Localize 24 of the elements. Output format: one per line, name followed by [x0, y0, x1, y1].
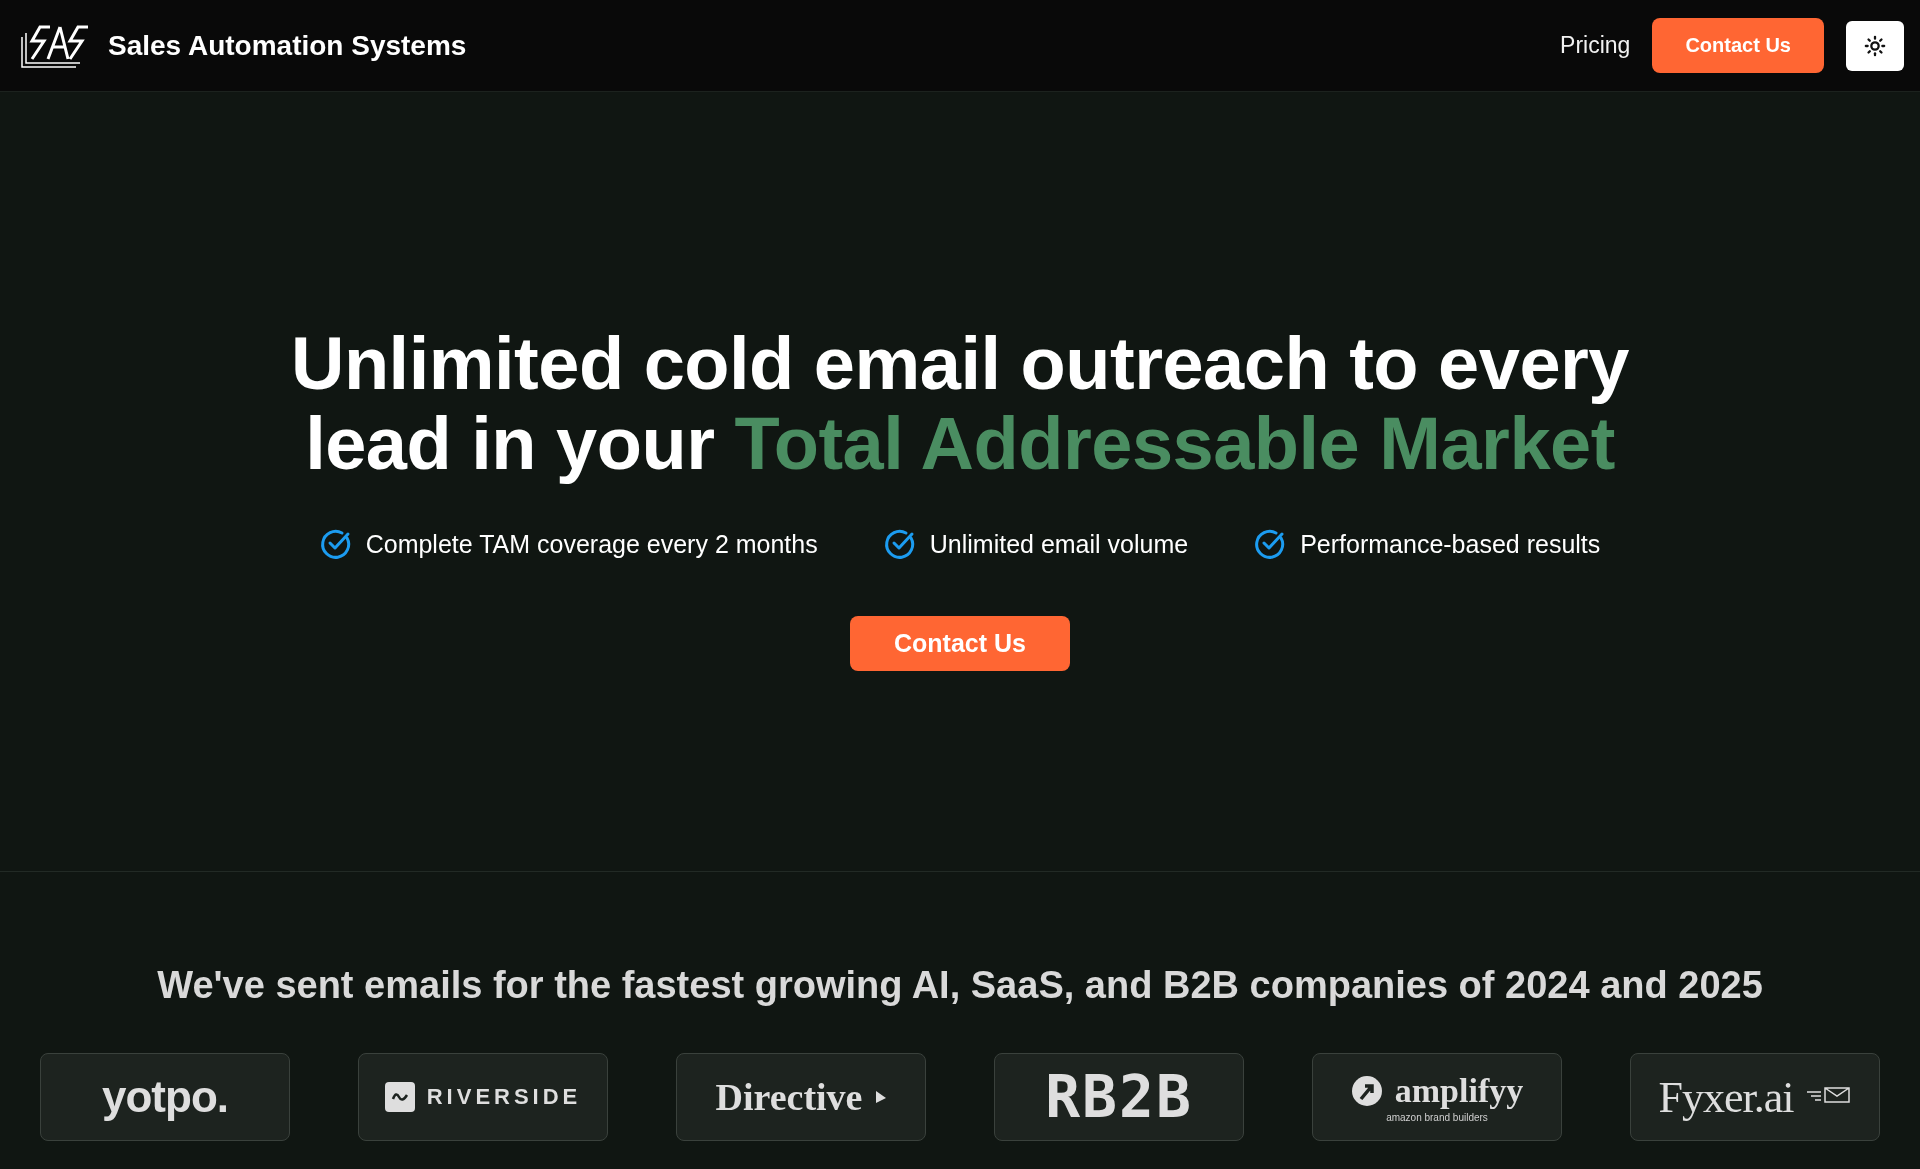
- contact-button[interactable]: Contact Us: [1652, 18, 1824, 73]
- feature-text: Complete TAM coverage every 2 months: [365, 529, 818, 559]
- company-logo-text: RIVERSIDE: [426, 1084, 582, 1110]
- headline: Unlimited cold email outreach to every lead in your Total Addressable Market: [289, 324, 1630, 484]
- company-logo-text: Fyxer.ai: [1658, 1071, 1794, 1123]
- check-circle-icon: [1254, 528, 1287, 560]
- contact-button[interactable]: Contact Us: [850, 616, 1070, 671]
- sun-icon: [1864, 34, 1886, 57]
- pointer-icon: [874, 1090, 887, 1104]
- arrow-circle-icon: [1350, 1074, 1383, 1107]
- feature-text: Unlimited email volume: [929, 529, 1189, 559]
- section-title: We've sent emails for the fastest growing AI, SaaS, and B2B companies of 2024 and 2025: [157, 964, 1763, 1007]
- wave-icon: [384, 1082, 415, 1112]
- pricing-link[interactable]: Pricing: [1560, 32, 1631, 59]
- feature-text: Performance-based results: [1300, 529, 1601, 559]
- brand-name: Sales Automation Systems: [108, 29, 467, 62]
- theme-toggle-button[interactable]: [1846, 20, 1904, 71]
- company-logo-text: Directive: [715, 1075, 863, 1119]
- company-logo-text: RB2B: [1045, 1063, 1193, 1131]
- check-circle-icon: [319, 528, 352, 560]
- logo-tagline: amazon brand builders: [1386, 1111, 1488, 1123]
- company-logo-text: amplifyy: [1394, 1071, 1524, 1110]
- check-circle-icon: [883, 528, 916, 560]
- company-logo-text: yotpo.: [102, 1072, 228, 1122]
